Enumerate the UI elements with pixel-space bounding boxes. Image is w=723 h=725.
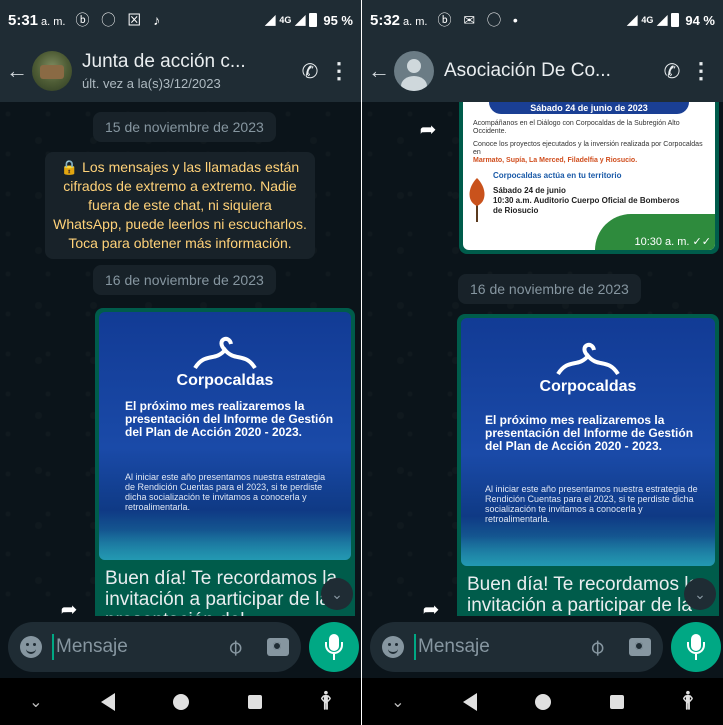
left-phone-screen: 5:31 a. m. ⓑ ◯ ⊠ ♪ ◢ 4G ◢ 95 % ← Junta de… [0, 0, 361, 725]
event-line: Acompáñanos en el Diálogo con Corpocalda… [473, 120, 680, 135]
signal-icon: ◢ [657, 12, 668, 27]
forward-icon[interactable]: ➦ [414, 116, 442, 144]
text-cursor [52, 634, 54, 660]
text-cursor [414, 634, 416, 660]
battery-icon [671, 13, 680, 27]
notification-icons: ⓑ ◯ ⊠ ♪ [75, 12, 165, 28]
chat-title-block[interactable]: Junta de acción c... últ. vez a la(s)3/1… [82, 51, 293, 91]
overflow-menu-icon[interactable]: ⋮ [327, 58, 351, 84]
signal-icon: ◢ [295, 12, 306, 27]
emoji-icon[interactable] [382, 636, 404, 658]
battery-level: 94 % [685, 12, 715, 28]
camera-icon[interactable] [629, 638, 651, 656]
nav-home-icon[interactable] [173, 693, 190, 710]
last-seen: últ. vez a la(s)3/12/2023 [82, 76, 221, 91]
status-right: ◢ 4G ◢ 95 % [265, 12, 353, 28]
system-nav-bar: ⌄ 🛉 [0, 678, 361, 725]
accessibility-icon[interactable]: 🛉 [320, 685, 332, 719]
overflow-menu-icon[interactable]: ⋮ [689, 58, 713, 84]
signal-icon: ◢ [265, 12, 276, 27]
chat-area[interactable]: 15 de noviembre de 2023 🔒 Los mensajes y… [0, 102, 361, 616]
nav-home-icon[interactable] [535, 693, 552, 710]
add-call-icon[interactable]: ✆ [655, 59, 689, 84]
chat-area[interactable]: Sábado 24 de junio de 2023 Acompáñanos e… [362, 102, 723, 616]
input-bar: Mensaje ⌀ [0, 616, 361, 678]
event-flyer[interactable]: Sábado 24 de junio de 2023 Acompáñanos e… [463, 102, 715, 250]
corpocaldas-poster[interactable]: Corpocaldas El próximo mes realizaremos … [99, 312, 351, 560]
right-phone-screen: 5:32 a. m. ⓑ ✉ ◯ • ◢ 4G ◢ 94 % ← Asociaci… [362, 0, 723, 725]
corpocaldas-logo: Corpocaldas [165, 332, 285, 390]
message-time: 10:30 a. m. ✓✓ [634, 236, 711, 248]
status-time: 5:32 a. m. [370, 11, 428, 29]
chat-header: ← Junta de acción c... últ. vez a la(s)3… [0, 40, 361, 102]
message-caption: Buen día! Te recordamos la invitación a … [105, 568, 337, 616]
network-type: 4G [279, 15, 292, 25]
poster-body: Al iniciar este año presentamos nuestra … [125, 472, 326, 512]
nav-recents-icon[interactable] [609, 694, 624, 709]
image-message[interactable]: Sábado 24 de junio de 2023 Acompáñanos e… [459, 102, 719, 254]
battery-icon [309, 13, 318, 27]
chat-title-block[interactable]: Asociación De Co... [444, 60, 655, 82]
emoji-icon[interactable] [20, 636, 42, 658]
camera-icon[interactable] [267, 638, 289, 656]
message-composer[interactable]: Mensaje ⌀ [370, 622, 663, 672]
battery-level: 95 % [323, 12, 353, 28]
poster-body: Al iniciar este año presentamos nuestra … [485, 484, 698, 524]
scroll-down-icon[interactable]: ⌄ [321, 578, 353, 610]
nav-collapse-icon[interactable]: ⌄ [391, 692, 404, 712]
chat-title: Asociación De Co... [444, 60, 611, 81]
forward-icon[interactable]: ➦ [417, 596, 445, 616]
add-call-icon[interactable]: ✆ [293, 59, 327, 84]
tree-graphic [469, 178, 485, 222]
mic-icon[interactable] [309, 622, 359, 672]
message-composer[interactable]: Mensaje ⌀ [8, 622, 301, 672]
poster-headline: El próximo mes realizaremos la presentac… [125, 399, 334, 439]
poster-headline: El próximo mes realizaremos la presentac… [485, 413, 694, 453]
event-places: Marmato, Supía, La Merced, Filadelfia y … [473, 157, 638, 164]
message-input[interactable]: Mensaje [56, 636, 228, 658]
chat-header: ← Asociación De Co... ✆ ⋮ [362, 40, 723, 102]
message-input[interactable]: Mensaje [418, 636, 590, 658]
date-chip: 16 de noviembre de 2023 [93, 265, 276, 295]
accessibility-icon[interactable]: 🛉 [682, 685, 694, 719]
status-right: ◢ 4G ◢ 94 % [627, 12, 715, 28]
input-bar: Mensaje ⌀ [362, 616, 723, 678]
nav-back-icon[interactable] [100, 692, 115, 711]
chat-title: Junta de acción c... [82, 51, 246, 72]
forward-icon[interactable]: ➦ [55, 596, 83, 616]
event-venue: 10:30 a.m. Auditorio Cuerpo Oficial de B… [493, 196, 680, 215]
back-arrow-icon[interactable]: ← [366, 58, 392, 84]
event-line: Conoce los proyectos ejecutados y la inv… [473, 141, 703, 156]
signal-icon: ◢ [627, 12, 638, 27]
avatar[interactable] [394, 51, 434, 91]
status-time: 5:31 a. m. [8, 11, 66, 29]
image-message[interactable]: Corpocaldas El próximo mes realizaremos … [457, 314, 719, 616]
image-message[interactable]: Corpocaldas El próximo mes realizaremos … [95, 308, 355, 616]
status-bar: 5:32 a. m. ⓑ ✉ ◯ • ◢ 4G ◢ 94 % [362, 0, 723, 40]
status-bar: 5:31 a. m. ⓑ ◯ ⊠ ♪ ◢ 4G ◢ 95 % [0, 0, 361, 40]
event-banner: Sábado 24 de junio de 2023 [489, 102, 689, 114]
event-tagline: Corpocaldas actúa en tu territorio [493, 171, 622, 180]
corpocaldas-poster[interactable]: Corpocaldas El próximo mes realizaremos … [461, 318, 715, 566]
scroll-down-icon[interactable]: ⌄ [684, 578, 716, 610]
encryption-notice[interactable]: 🔒 Los mensajes y las llamadas están cifr… [45, 152, 315, 259]
network-type: 4G [641, 15, 654, 25]
date-chip: 15 de noviembre de 2023 [93, 112, 276, 142]
nav-recents-icon[interactable] [247, 694, 262, 709]
nav-collapse-icon[interactable]: ⌄ [29, 692, 42, 712]
date-chip: 16 de noviembre de 2023 [458, 274, 641, 304]
back-arrow-icon[interactable]: ← [4, 58, 30, 84]
event-date: Sábado 24 de junio [493, 186, 566, 195]
notification-icons: ⓑ ✉ ◯ • [437, 12, 522, 28]
message-caption: Buen día! Te recordamos la invitación a … [467, 574, 699, 616]
mic-icon[interactable] [671, 622, 721, 672]
nav-back-icon[interactable] [462, 692, 477, 711]
system-nav-bar: ⌄ 🛉 [362, 678, 723, 725]
avatar[interactable] [32, 51, 72, 91]
corpocaldas-logo: Corpocaldas [528, 338, 648, 396]
